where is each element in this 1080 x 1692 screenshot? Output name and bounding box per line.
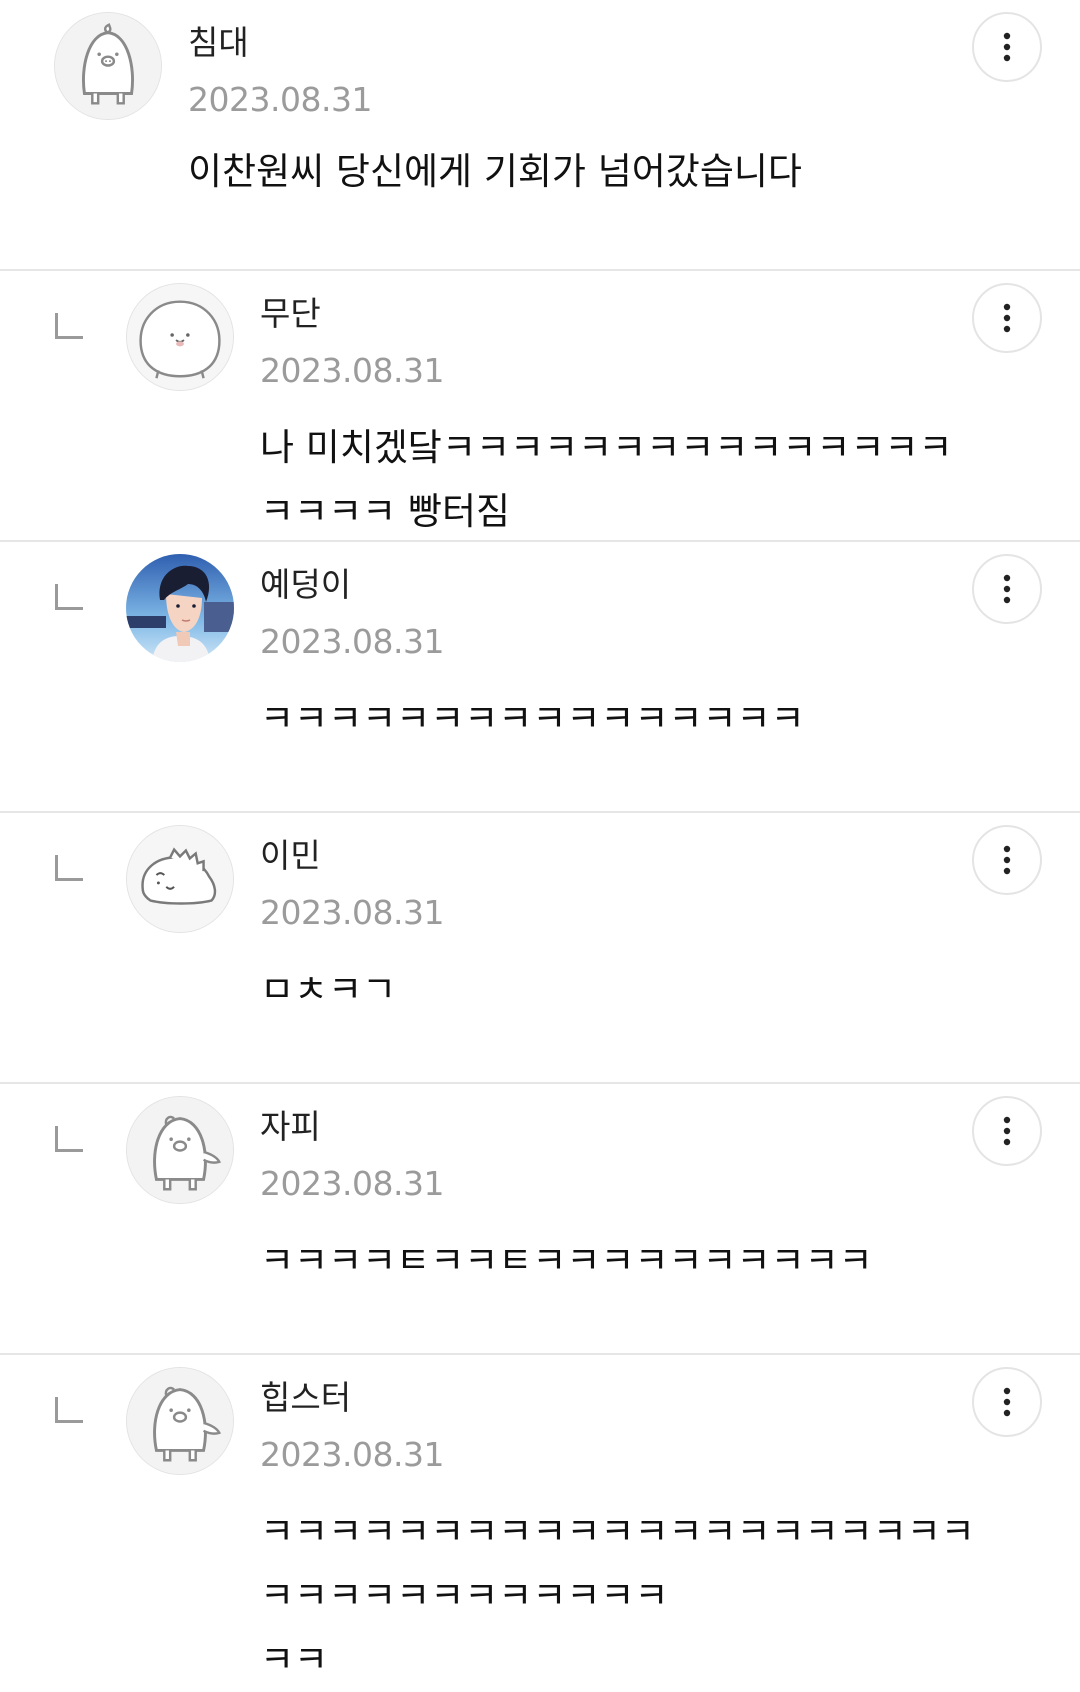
comment-author[interactable]: 힙스터 bbox=[260, 1375, 351, 1421]
more-options-button[interactable] bbox=[972, 12, 1042, 82]
comment-author[interactable]: 자피 bbox=[260, 1104, 321, 1150]
comment-date: 2023.08.31 bbox=[260, 622, 444, 661]
vertical-dots-icon bbox=[1003, 574, 1011, 604]
comment-date: 2023.08.31 bbox=[260, 1435, 444, 1474]
comment-text: 이찬원씨 당신에게 기회가 넘어갔습니다 bbox=[188, 150, 802, 193]
comment-item: 침대 2023.08.31 이찬원씨 당신에게 기회가 넘어갔습니다 bbox=[0, 0, 1080, 271]
vertical-dots-icon bbox=[1003, 1116, 1011, 1146]
comment-text: ㅋㅋㅋㅋㅌㅋㅋㅌㅋㅋㅋㅋㅋㅋㅋㅋㅋㅋ bbox=[260, 1239, 873, 1282]
comment-author[interactable]: 예덩이 bbox=[260, 562, 351, 608]
comment-date: 2023.08.31 bbox=[260, 893, 444, 932]
comment-date: 2023.08.31 bbox=[260, 1164, 444, 1203]
vertical-dots-icon bbox=[1003, 845, 1011, 875]
more-options-button[interactable] bbox=[972, 1367, 1042, 1437]
penguin-avatar-icon[interactable] bbox=[54, 12, 162, 120]
comment-date: 2023.08.31 bbox=[260, 351, 444, 390]
vertical-dots-icon bbox=[1003, 303, 1011, 333]
reply-item: 힙스터 2023.08.31 ㅋㅋㅋㅋㅋㅋㅋㅋㅋㅋㅋㅋㅋㅋㅋㅋㅋㅋㅋㅋㅋㅋㅋㅋㅋ… bbox=[0, 1355, 1080, 1681]
blob-face-avatar-icon[interactable] bbox=[126, 283, 234, 391]
more-options-button[interactable] bbox=[972, 825, 1042, 895]
reply-item: 무단 2023.08.31 나 미치겠닼ㅋㅋㅋㅋㅋㅋㅋㅋㅋㅋㅋㅋㅋㅋㅋㅋㅋㅋㅋ … bbox=[0, 271, 1080, 542]
comment-author[interactable]: 이민 bbox=[260, 833, 321, 879]
reply-item: 이민 2023.08.31 ㅁㅊㅋㄱ bbox=[0, 813, 1080, 1084]
comment-author[interactable]: 무단 bbox=[260, 291, 321, 337]
penguin-avatar-icon[interactable] bbox=[126, 1096, 234, 1204]
comment-date: 2023.08.31 bbox=[188, 80, 372, 119]
reply-item: 자피 2023.08.31 ㅋㅋㅋㅋㅌㅋㅋㅌㅋㅋㅋㅋㅋㅋㅋㅋㅋㅋ bbox=[0, 1084, 1080, 1355]
more-options-button[interactable] bbox=[972, 554, 1042, 624]
comment-text: ㅋㅋㅋㅋㅋㅋㅋㅋㅋㅋㅋㅋㅋㅋㅋㅋㅋㅋㅋㅋㅋㅋㅋㅋㅋㅋㅋㅋㅋㅋㅋㅋㅋ ㅋㅋ bbox=[260, 1510, 975, 1681]
more-options-button[interactable] bbox=[972, 1096, 1042, 1166]
reply-item: 예덩이 2023.08.31 ㅋㅋㅋㅋㅋㅋㅋㅋㅋㅋㅋㅋㅋㅋㅋㅋ bbox=[0, 542, 1080, 813]
reply-arrow-icon bbox=[55, 313, 83, 339]
comment-list: 침대 2023.08.31 이찬원씨 당신에게 기회가 넘어갔습니다 무단 20… bbox=[0, 0, 1080, 1681]
reply-arrow-icon bbox=[55, 1126, 83, 1152]
illustrated-person-avatar-icon[interactable] bbox=[126, 554, 234, 662]
vertical-dots-icon bbox=[1003, 32, 1011, 62]
vertical-dots-icon bbox=[1003, 1387, 1011, 1417]
penguin-avatar-icon[interactable] bbox=[126, 1367, 234, 1475]
reply-arrow-icon bbox=[55, 1397, 83, 1423]
reply-arrow-icon bbox=[55, 584, 83, 610]
dinosaur-avatar-icon[interactable] bbox=[126, 825, 234, 933]
comment-author[interactable]: 침대 bbox=[188, 20, 249, 66]
comment-text: ㅁㅊㅋㄱ bbox=[260, 968, 397, 1011]
more-options-button[interactable] bbox=[972, 283, 1042, 353]
comment-text: 나 미치겠닼ㅋㅋㅋㅋㅋㅋㅋㅋㅋㅋㅋㅋㅋㅋㅋㅋㅋㅋㅋ 빵터짐 bbox=[260, 426, 953, 533]
reply-arrow-icon bbox=[55, 855, 83, 881]
comment-text: ㅋㅋㅋㅋㅋㅋㅋㅋㅋㅋㅋㅋㅋㅋㅋㅋ bbox=[260, 697, 805, 740]
